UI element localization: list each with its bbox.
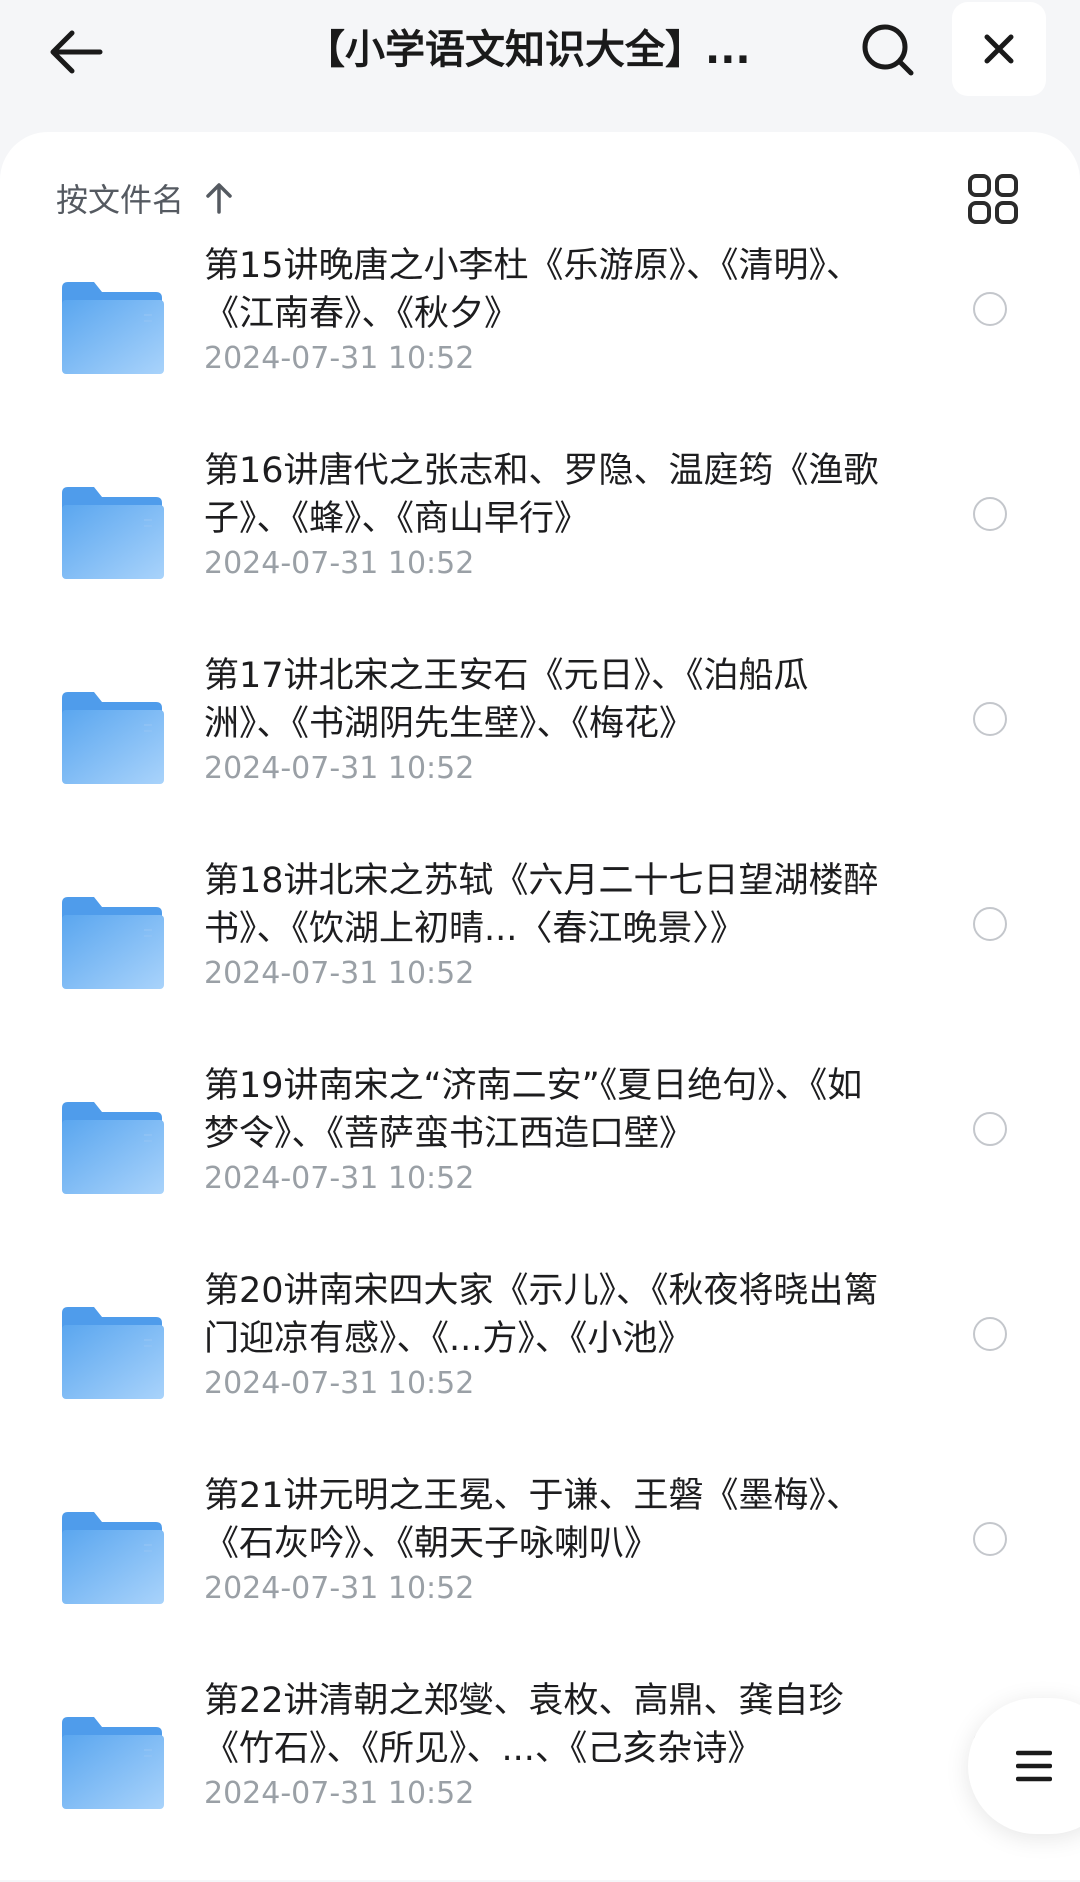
file-name: 第22讲清朝之郑燮、袁枚、高鼎、龚自珍《竹石》、《所见》、...、《己亥杂诗》 [204, 1681, 844, 1769]
grid-view-icon [968, 174, 1018, 224]
folder-icon [62, 1307, 164, 1399]
file-name: 第17讲北宋之王安石《元日》、《泊船瓜洲》、《书湖阴先生壁》、《梅花》 [204, 656, 809, 744]
file-name: 第19讲南宋之“济南二安”《夏日绝句》、《如梦令》、《菩萨蛮书江西造口壁》 [204, 1066, 863, 1154]
file-name: 第15讲晚唐之小李杜《乐游原》、《清明》、《江南春》、《秋夕》 [204, 246, 862, 334]
file-name: 第20讲南宋四大家《示儿》、《秋夜将晓出篱门迎凉有感》、《...方》、《小池》 [204, 1271, 879, 1359]
folder-icon [62, 897, 164, 989]
search-button[interactable] [848, 10, 928, 90]
arrow-left-icon [50, 30, 103, 74]
file-list-item[interactable]: 第16讲唐代之张志和、罗隐、温庭筠《渔歌子》、《蜂》、《商山早行》 2024-0… [0, 447, 1080, 652]
top-bar: 【小学语文知识大全】... [0, 0, 1080, 130]
select-radio[interactable] [973, 1317, 1007, 1351]
file-name: 第16讲唐代之张志和、罗隐、温庭筠《渔歌子》、《蜂》、《商山早行》 [204, 451, 879, 539]
menu-icon [1016, 1750, 1052, 1782]
grid-view-button[interactable] [966, 172, 1022, 228]
file-list: 第15讲晚唐之小李杜《乐游原》、《清明》、《江南春》、《秋夕》 2024-07-… [0, 242, 1080, 1882]
sort-label: 按文件名 [56, 181, 185, 219]
file-list-item[interactable]: 第20讲南宋四大家《示儿》、《秋夜将晓出篱门迎凉有感》、《...方》、《小池》 … [0, 1267, 1080, 1472]
folder-icon [62, 487, 164, 579]
file-date: 2024-07-31 10:52 [204, 341, 475, 376]
select-radio[interactable] [973, 907, 1007, 941]
close-button[interactable] [952, 2, 1046, 96]
file-name: 第18讲北宋之苏轼《六月二十七日望湖楼醉书》、《饮湖上初晴...〈春江晚景〉》 [204, 861, 879, 949]
folder-icon [62, 1102, 164, 1194]
file-date: 2024-07-31 10:52 [204, 546, 475, 581]
select-radio[interactable] [973, 292, 1007, 326]
close-icon [984, 34, 1014, 64]
file-list-item[interactable]: 第22讲清朝之郑燮、袁枚、高鼎、龚自珍《竹石》、《所见》、...、《己亥杂诗》 … [0, 1677, 1080, 1882]
file-list-panel: 按文件名 第15讲晚唐之小李杜《乐游原》、《清明》、《江南春》、《秋夕》 202… [0, 132, 1080, 1880]
file-date: 2024-07-31 10:52 [204, 1571, 475, 1606]
arrow-up-icon [206, 183, 232, 214]
back-button[interactable] [38, 14, 114, 90]
search-icon [862, 24, 914, 76]
select-radio[interactable] [973, 1522, 1007, 1556]
file-list-item[interactable]: 第17讲北宋之王安石《元日》、《泊船瓜洲》、《书湖阴先生壁》、《梅花》 2024… [0, 652, 1080, 857]
file-list-item[interactable]: 第18讲北宋之苏轼《六月二十七日望湖楼醉书》、《饮湖上初晴...〈春江晚景〉》 … [0, 857, 1080, 1062]
folder-icon [62, 1717, 164, 1809]
select-radio[interactable] [973, 1112, 1007, 1146]
select-radio[interactable] [973, 702, 1007, 736]
file-date: 2024-07-31 10:52 [204, 751, 475, 786]
sort-by-filename-button[interactable]: 按文件名 [56, 170, 234, 226]
file-date: 2024-07-31 10:52 [204, 1366, 475, 1401]
file-list-item[interactable]: 第21讲元明之王冕、于谦、王磐《墨梅》、《石灰吟》、《朝天子咏喇叭》 2024-… [0, 1472, 1080, 1677]
folder-icon [62, 692, 164, 784]
folder-icon [62, 282, 164, 374]
page-title: 【小学语文知识大全】... [305, 27, 751, 73]
file-date: 2024-07-31 10:52 [204, 1776, 475, 1811]
file-list-item[interactable]: 第19讲南宋之“济南二安”《夏日绝句》、《如梦令》、《菩萨蛮书江西造口壁》 20… [0, 1062, 1080, 1267]
folder-icon [62, 1512, 164, 1604]
file-list-item[interactable]: 第15讲晚唐之小李杜《乐游原》、《清明》、《江南春》、《秋夕》 2024-07-… [0, 242, 1080, 447]
file-date: 2024-07-31 10:52 [204, 1161, 475, 1196]
file-name: 第21讲元明之王冕、于谦、王磐《墨梅》、《石灰吟》、《朝天子咏喇叭》 [204, 1476, 862, 1564]
file-date: 2024-07-31 10:52 [204, 956, 475, 991]
select-radio[interactable] [973, 497, 1007, 531]
